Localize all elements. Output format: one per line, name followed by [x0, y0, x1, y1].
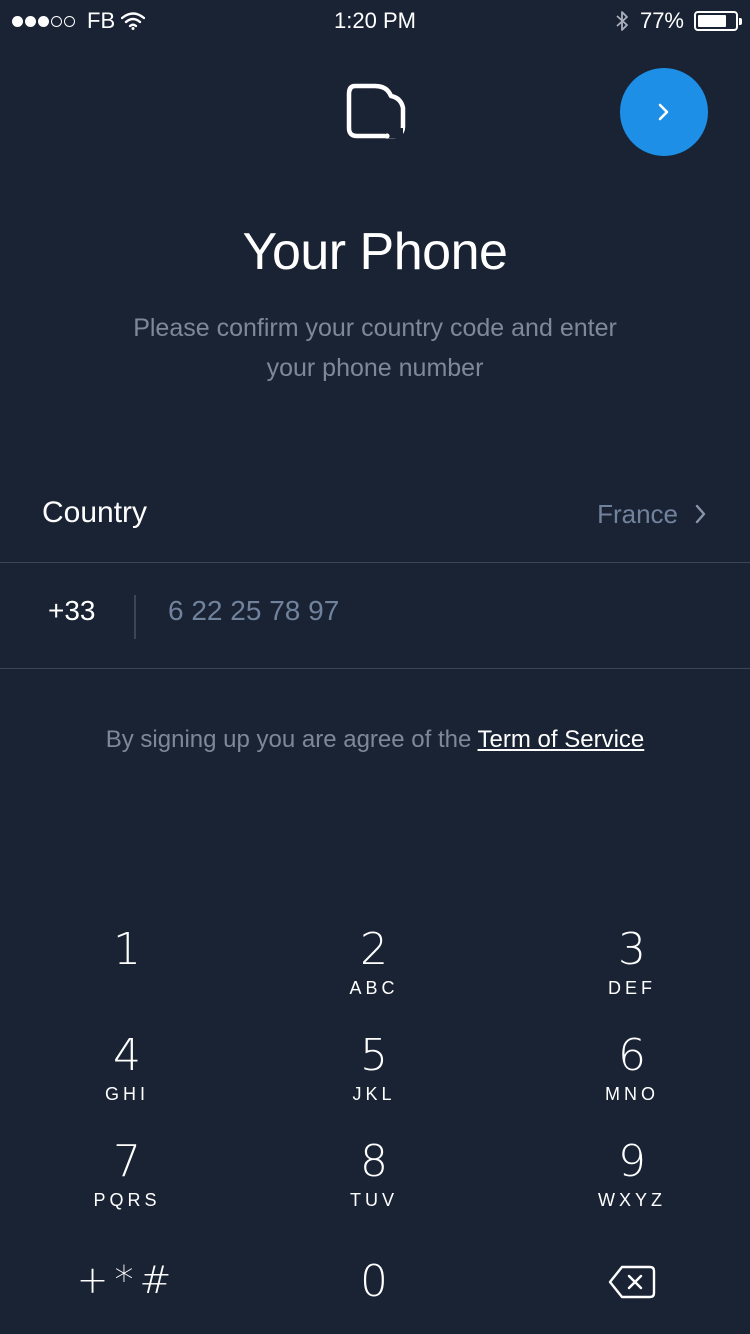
status-bar: FB 1:20 PM 77%: [0, 0, 750, 42]
terms-of-service-link[interactable]: Term of Service: [478, 726, 645, 753]
keypad-key-6[interactable]: 6 MNO: [532, 1028, 732, 1128]
battery-icon: [694, 11, 742, 31]
page-title: Your Phone: [242, 223, 508, 281]
chevron-right-icon: [658, 103, 669, 121]
keypad-key-5[interactable]: 5 JKL: [274, 1028, 474, 1128]
chevron-right-icon: [695, 504, 706, 524]
key-letters: DEF: [608, 978, 656, 998]
keypad-key-delete[interactable]: [532, 1254, 732, 1334]
keypad-key-0[interactable]: 0: [274, 1254, 474, 1334]
terms-text: By signing up you are agree of the: [105, 726, 478, 753]
key-letters: WXYZ: [598, 1190, 666, 1210]
keypad-key-1[interactable]: 1: [27, 922, 227, 1022]
key-digit: 4: [113, 1030, 141, 1081]
terms-notice: By signing up you are agree of the Term …: [0, 726, 750, 754]
keypad-key-2[interactable]: 2 ABC: [274, 922, 474, 1022]
keypad-key-9[interactable]: 9 WXYZ: [532, 1134, 732, 1234]
backspace-icon: [532, 1254, 732, 1310]
key-digit: 5: [360, 1030, 388, 1081]
country-value: France: [597, 499, 678, 529]
key-letters: MNO: [605, 1084, 659, 1104]
key-digit: 8: [360, 1136, 388, 1187]
country-code[interactable]: +33: [48, 595, 96, 627]
key-digit: 1: [113, 924, 141, 975]
keypad-key-symbols[interactable]: +*#: [27, 1252, 227, 1334]
key-digit: 9: [618, 1136, 646, 1187]
keypad-key-4[interactable]: 4 GHI: [27, 1028, 227, 1128]
key-symbols-label: +*#: [76, 1258, 178, 1302]
bluetooth-icon: [616, 11, 628, 31]
phone-number-input[interactable]: 6 22 25 78 97: [168, 595, 688, 627]
key-letters: PQRS: [93, 1190, 161, 1210]
next-button[interactable]: [620, 68, 708, 156]
key-digit: 0: [360, 1256, 388, 1307]
key-letters: GHI: [104, 1084, 149, 1104]
keypad-key-3[interactable]: 3 DEF: [532, 922, 732, 1022]
app-logo-icon: [346, 83, 406, 139]
key-digit: 7: [113, 1136, 141, 1187]
key-letters: ABC: [349, 978, 399, 998]
phone-row: +33 6 22 25 78 97: [0, 563, 750, 669]
key-digit: 2: [360, 924, 388, 975]
keypad-key-8[interactable]: 8 TUV: [274, 1134, 474, 1234]
page-subtitle: Please confirm your country code and ent…: [133, 314, 617, 382]
key-digit: 6: [618, 1030, 646, 1081]
key-letters: JKL: [352, 1084, 396, 1104]
country-selector[interactable]: Country France: [0, 468, 750, 563]
key-letters: TUV: [350, 1190, 398, 1210]
keypad-key-7[interactable]: 7 PQRS: [27, 1134, 227, 1234]
country-label: Country: [42, 496, 148, 529]
phone-divider: [134, 595, 136, 639]
status-right: 77%: [614, 8, 742, 34]
battery-percent: 77%: [639, 8, 684, 33]
key-digit: 3: [618, 924, 646, 975]
